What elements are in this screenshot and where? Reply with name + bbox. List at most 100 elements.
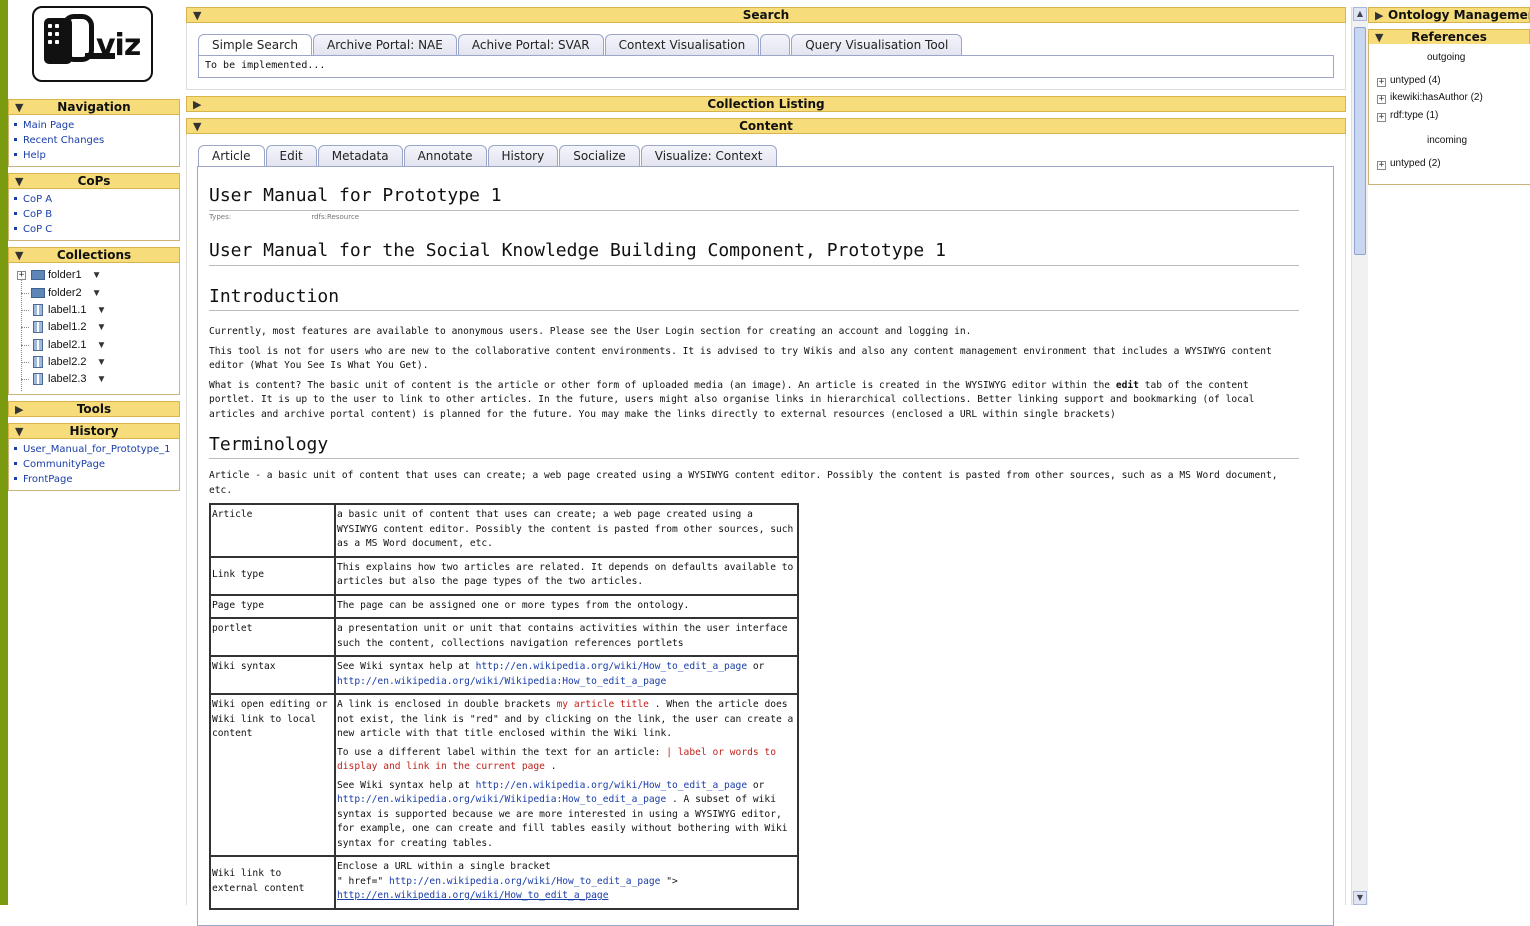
tab-edit[interactable]: Edit: [265, 145, 317, 166]
tab-metadata[interactable]: Metadata: [317, 145, 403, 166]
ref-outgoing-rdftype[interactable]: + rdf:type (1): [1377, 110, 1438, 122]
label-icon: [33, 339, 43, 352]
collapse-triangle-icon[interactable]: ▼: [193, 9, 201, 23]
collapse-triangle-icon[interactable]: ▼: [15, 249, 23, 263]
ref-outgoing-hasauthor[interactable]: + ikewiki:hasAuthor (2): [1377, 92, 1483, 104]
external-link[interactable]: http://en.wikipedia.org/wiki/How_to_edit…: [476, 661, 747, 672]
search-header[interactable]: ▼ Search: [186, 7, 1346, 23]
dropdown-arrow-icon[interactable]: ▼: [97, 305, 107, 316]
collapse-triangle-icon[interactable]: ▼: [15, 175, 23, 189]
collapse-triangle-icon[interactable]: ▼: [193, 120, 201, 134]
ref-outgoing-untyped[interactable]: + untyped (4): [1377, 75, 1441, 87]
history-header[interactable]: ▼ History: [8, 423, 180, 439]
expand-triangle-icon[interactable]: ▶: [1375, 9, 1383, 22]
tab-history[interactable]: History: [487, 145, 559, 166]
navigation-header[interactable]: ▼ Navigation: [8, 99, 180, 115]
ref-incoming-untyped[interactable]: + untyped (2): [1377, 158, 1441, 170]
left-accent-strip: [0, 0, 8, 905]
dropdown-arrow-icon[interactable]: ▼: [97, 374, 107, 385]
expand-plus-icon[interactable]: +: [1377, 78, 1386, 87]
scroll-up-arrow-icon[interactable]: ▲: [1353, 7, 1367, 21]
tab-article[interactable]: Article: [198, 145, 265, 166]
label-icon: [33, 304, 43, 317]
tab-archive-nae[interactable]: Archive Portal: NAE: [313, 34, 457, 55]
tree-item-folder1[interactable]: folder1 ▼: [31, 267, 102, 283]
intro-paragraph-3: What is content? The basic unit of conte…: [209, 379, 1255, 420]
scroll-down-arrow-icon[interactable]: ▼: [1353, 891, 1367, 905]
dropdown-arrow-icon[interactable]: ▼: [97, 357, 107, 368]
collections-header[interactable]: ▼ Collections: [8, 247, 180, 263]
content-header[interactable]: ▼ Content: [186, 118, 1346, 134]
ontology-management-header[interactable]: ▶ Ontology Management: [1368, 7, 1530, 23]
tree-item-label2-3[interactable]: label2.3 ▼: [33, 371, 106, 387]
nav-item-recent-changes[interactable]: Recent Changes: [13, 133, 179, 148]
search-tabs: Simple Search Archive Portal: NAE Achive…: [198, 34, 963, 55]
cop-item-a[interactable]: CoP A: [13, 192, 179, 207]
navigation-portlet: Main Page Recent Changes Help: [8, 115, 180, 167]
cop-item-c[interactable]: CoP C: [13, 222, 179, 237]
expand-plus-icon[interactable]: +: [1377, 161, 1386, 170]
table-row: Page type The page can be assigned one o…: [209, 593, 799, 619]
external-link[interactable]: http://en.wikipedia.org/wiki/Wikipedia:H…: [337, 794, 666, 805]
search-placeholder-text: To be implemented...: [205, 60, 326, 71]
nav-item-help[interactable]: Help: [13, 148, 179, 163]
tree-item-label2-1[interactable]: label2.1 ▼: [33, 337, 106, 353]
intro-paragraph-1: Currently, most features are available t…: [209, 326, 972, 337]
tab-annotate[interactable]: Annotate: [403, 145, 487, 166]
collapse-triangle-icon[interactable]: ▼: [15, 425, 23, 439]
collapse-triangle-icon[interactable]: ▼: [15, 101, 23, 115]
external-link[interactable]: http://en.wikipedia.org/wiki/Wikipedia:H…: [337, 676, 666, 687]
table-row: Wiki syntax See Wiki syntax help at http…: [209, 655, 799, 695]
dropdown-arrow-icon[interactable]: ▼: [92, 288, 102, 299]
terminology-table: Article a basic unit of content that use…: [209, 503, 799, 910]
history-item-community-page[interactable]: CommunityPage: [13, 457, 179, 472]
tools-header[interactable]: ▶ Tools: [8, 401, 180, 417]
logo-text: viz: [96, 28, 141, 63]
incoming-label: incoming: [1427, 135, 1468, 146]
references-portlet: outgoing + untyped (4) + ikewiki:hasAuthor…: [1368, 44, 1530, 185]
tree-item-folder2[interactable]: folder2 ▼: [31, 285, 102, 301]
collapse-triangle-icon[interactable]: ▼: [1375, 31, 1383, 45]
tab-archive-svar[interactable]: Achive Portal: SVAR: [457, 34, 604, 55]
table-row: Article a basic unit of content that use…: [209, 503, 799, 558]
article-panel: User Manual for Prototype 1 Types: rdfs:…: [197, 166, 1334, 926]
expand-triangle-icon[interactable]: ▶: [193, 98, 201, 112]
wiki-red-link[interactable]: my article title: [557, 699, 649, 710]
cops-portlet: CoP A CoP B CoP C: [8, 189, 180, 241]
table-row: Wiki link to external content Enclose a …: [209, 855, 799, 910]
folder-icon: [31, 288, 45, 299]
collection-listing-header[interactable]: ▶ Collection Listing: [186, 96, 1346, 112]
expand-plus-icon[interactable]: +: [17, 271, 26, 280]
tab-simple-search[interactable]: Simple Search: [198, 34, 313, 55]
external-link[interactable]: http://en.wikipedia.org/wiki/How_to_edit…: [389, 876, 660, 887]
dropdown-arrow-icon[interactable]: ▼: [97, 322, 107, 333]
external-link[interactable]: http://en.wikipedia.org/wiki/How_to_edit…: [476, 780, 747, 791]
dropdown-arrow-icon[interactable]: ▼: [97, 340, 107, 351]
external-link[interactable]: http://en.wikipedia.org/wiki/How_to_edit…: [337, 890, 608, 901]
qviz-logo: viz: [32, 6, 153, 82]
references-header[interactable]: ▼ References: [1368, 29, 1530, 45]
label-icon: [33, 321, 43, 334]
dropdown-arrow-icon[interactable]: ▼: [92, 270, 102, 281]
tree-item-label1-2[interactable]: label1.2 ▼: [33, 319, 106, 335]
tab-empty[interactable]: [760, 34, 791, 55]
tab-context-visualisation[interactable]: Context Visualisation: [604, 34, 760, 55]
vertical-scrollbar[interactable]: ▲ ▼: [1351, 7, 1368, 905]
expand-plus-icon[interactable]: +: [1377, 113, 1386, 122]
nav-item-main-page[interactable]: Main Page: [13, 118, 179, 133]
tree-item-label1-1[interactable]: label1.1 ▼: [33, 302, 106, 318]
tab-visualize-context[interactable]: Visualize: Context: [640, 145, 777, 166]
cop-item-b[interactable]: CoP B: [13, 207, 179, 222]
expand-triangle-icon[interactable]: ▶: [15, 403, 23, 417]
outgoing-label: outgoing: [1427, 52, 1466, 63]
expand-plus-icon[interactable]: +: [1377, 95, 1386, 104]
cops-header[interactable]: ▼ CoPs: [8, 173, 180, 189]
tab-socialize[interactable]: Socialize: [559, 145, 640, 166]
scrollbar-thumb[interactable]: [1354, 27, 1366, 255]
history-item-front-page[interactable]: FrontPage: [13, 472, 179, 487]
table-row: Link type This explains how two articles…: [209, 555, 799, 596]
history-item-user-manual[interactable]: User_Manual_for_Prototype_1: [13, 442, 179, 457]
tab-query-visualisation[interactable]: Query Visualisation Tool: [791, 34, 963, 55]
history-portlet: User_Manual_for_Prototype_1 CommunityPag…: [8, 439, 180, 491]
tree-item-label2-2[interactable]: label2.2 ▼: [33, 354, 106, 370]
